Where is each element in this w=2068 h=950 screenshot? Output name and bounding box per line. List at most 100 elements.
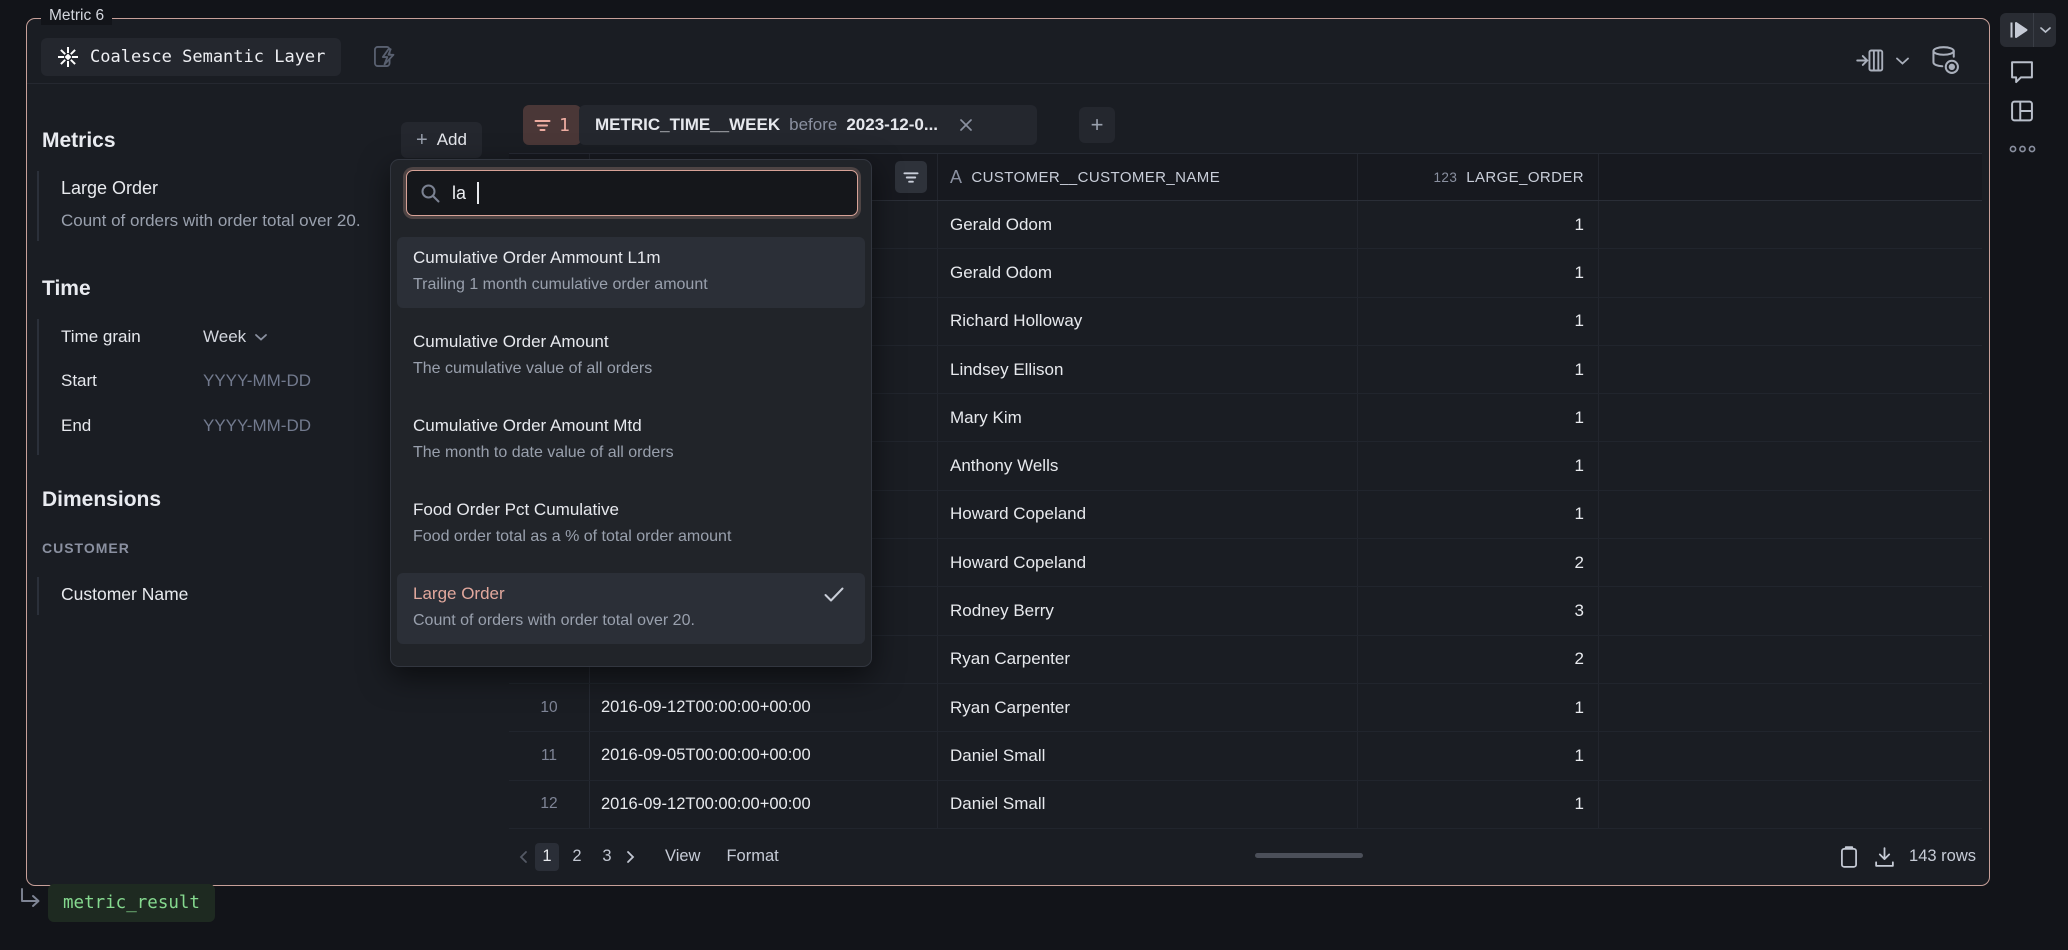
- metric-name[interactable]: Large Order: [61, 178, 158, 199]
- filter-chip[interactable]: METRIC_TIME__WEEK before 2023-12-0...: [579, 105, 1037, 145]
- database-preview-icon[interactable]: [1929, 44, 1962, 77]
- customer-column-header[interactable]: A CUSTOMER__CUSTOMER_NAME: [938, 154, 1358, 200]
- customer-column-label: CUSTOMER__CUSTOMER_NAME: [971, 169, 1220, 186]
- value-cell: 1: [1358, 491, 1599, 538]
- value-cell: 1: [1358, 394, 1599, 441]
- table-row[interactable]: 12 2016-09-12T00:00:00+00:00 Daniel Smal…: [509, 781, 1982, 829]
- snowflake-icon: [57, 46, 79, 68]
- value-column-header[interactable]: 123 LARGE_ORDER: [1358, 154, 1599, 200]
- row-number-cell: 10: [509, 684, 590, 731]
- date-cell: 2016-09-12T00:00:00+00:00: [590, 684, 938, 731]
- value-cell: 3: [1358, 587, 1599, 634]
- value-cell: 1: [1358, 684, 1599, 731]
- date-cell: 2016-09-05T00:00:00+00:00: [590, 732, 938, 779]
- horizontal-scrollbar[interactable]: [1255, 853, 1363, 858]
- check-icon: [823, 586, 845, 603]
- filter-value: 2023-12-0...: [846, 115, 938, 135]
- time-grain-label: Time grain: [61, 327, 141, 347]
- search-icon: [420, 183, 441, 204]
- cell-header: Coalesce Semantic Layer: [27, 19, 1989, 84]
- page-button[interactable]: 3: [595, 843, 619, 871]
- metric-option[interactable]: Large Order Count of orders with order t…: [397, 573, 865, 644]
- start-label: Start: [61, 371, 97, 391]
- metric-option-title: Cumulative Order Amount Mtd: [413, 416, 849, 436]
- customer-cell: Gerald Odom: [938, 249, 1358, 296]
- more-options-icon[interactable]: [2009, 144, 2036, 154]
- empty-column-header: [1599, 154, 1982, 200]
- metrics-heading: Metrics: [42, 129, 116, 153]
- time-grain-select[interactable]: Week: [203, 327, 268, 347]
- text-type-icon: A: [950, 167, 962, 188]
- column-filter-button[interactable]: [895, 161, 927, 193]
- add-metric-button[interactable]: + Add: [401, 122, 482, 158]
- run-icon: [2009, 21, 2029, 39]
- view-button[interactable]: View: [665, 847, 700, 866]
- metric-option-description: The cumulative value of all orders: [413, 360, 849, 378]
- prev-page-icon[interactable]: [519, 850, 528, 864]
- remove-filter-icon[interactable]: [959, 118, 973, 132]
- format-button[interactable]: Format: [726, 847, 778, 866]
- empty-cell: [1599, 249, 1982, 296]
- copy-table-icon[interactable]: [1838, 845, 1860, 869]
- metric-option-description: Food order total as a % of total order a…: [413, 528, 849, 546]
- metric-search-input[interactable]: la: [406, 170, 858, 216]
- table-import-icon[interactable]: [1855, 47, 1885, 74]
- metric-search-dropdown: la Cumulative Order Ammount L1m Trailing…: [390, 159, 872, 667]
- download-icon[interactable]: [1873, 845, 1896, 869]
- page-button[interactable]: 1: [535, 843, 559, 871]
- value-cell: 1: [1358, 442, 1599, 489]
- page-button[interactable]: 2: [565, 843, 589, 871]
- table-row[interactable]: 10 2016-09-12T00:00:00+00:00 Ryan Carpen…: [509, 684, 1982, 732]
- empty-cell: [1599, 781, 1982, 828]
- end-date-input[interactable]: YYYY-MM-DD: [203, 416, 311, 436]
- start-date-input[interactable]: YYYY-MM-DD: [203, 371, 311, 391]
- empty-cell: [1599, 684, 1982, 731]
- add-button-label: Add: [437, 130, 467, 150]
- end-label: End: [61, 416, 91, 436]
- notebook-canvas: Metric 6 Coalesce Semantic Layer: [0, 0, 2068, 950]
- next-page-icon[interactable]: [626, 850, 635, 864]
- metric-option-title: Large Order: [413, 584, 849, 604]
- dimension-group-label: CUSTOMER: [42, 540, 130, 556]
- value-cell: 1: [1358, 732, 1599, 779]
- date-cell: 2016-09-12T00:00:00+00:00: [590, 781, 938, 828]
- customer-cell: Anthony Wells: [938, 442, 1358, 489]
- compiled-query-lightning-icon[interactable]: [371, 43, 398, 70]
- metric-option[interactable]: Cumulative Order Amount The cumulative v…: [397, 321, 865, 392]
- table-row[interactable]: 11 2016-09-05T00:00:00+00:00 Daniel Smal…: [509, 732, 1982, 780]
- customer-cell: Howard Copeland: [938, 539, 1358, 586]
- value-cell: 2: [1358, 636, 1599, 683]
- comment-icon[interactable]: [2008, 57, 2036, 85]
- filter-count: 1: [559, 115, 570, 136]
- empty-cell: [1599, 442, 1982, 489]
- metric-option[interactable]: Food Order Pct Cumulative Food order tot…: [397, 489, 865, 560]
- customer-cell: Howard Copeland: [938, 491, 1358, 538]
- dimension-name[interactable]: Customer Name: [61, 584, 188, 605]
- value-cell: 1: [1358, 346, 1599, 393]
- plus-icon: +: [416, 130, 428, 150]
- search-query-text: la: [452, 183, 466, 204]
- empty-cell: [1599, 491, 1982, 538]
- pagination: 123: [532, 843, 622, 871]
- time-heading: Time: [42, 277, 91, 301]
- empty-cell: [1599, 394, 1982, 441]
- chevron-down-icon[interactable]: [1895, 56, 1910, 66]
- customer-cell: Mary Kim: [938, 394, 1358, 441]
- metric-option-description: The month to date value of all orders: [413, 444, 849, 462]
- metric-option[interactable]: Cumulative Order Ammount L1m Trailing 1 …: [397, 237, 865, 308]
- output-arrow-icon: [18, 886, 44, 912]
- metric-cell: Metric 6 Coalesce Semantic Layer: [26, 18, 1990, 886]
- add-filter-button[interactable]: +: [1079, 107, 1115, 143]
- semantic-source-chip[interactable]: Coalesce Semantic Layer: [41, 38, 341, 76]
- filter-count-badge[interactable]: 1: [523, 105, 581, 145]
- filter-field: METRIC_TIME__WEEK: [595, 115, 780, 135]
- customer-cell: Richard Holloway: [938, 298, 1358, 345]
- layout-icon[interactable]: [2008, 97, 2036, 125]
- metric-option[interactable]: Cumulative Order Amount Mtd The month to…: [397, 405, 865, 476]
- run-options-chevron-icon[interactable]: [2039, 26, 2052, 35]
- customer-cell: Rodney Berry: [938, 587, 1358, 634]
- value-cell: 2: [1358, 539, 1599, 586]
- empty-cell: [1599, 587, 1982, 634]
- run-cell-button[interactable]: [2000, 13, 2056, 47]
- output-variable-chip[interactable]: metric_result: [48, 884, 215, 922]
